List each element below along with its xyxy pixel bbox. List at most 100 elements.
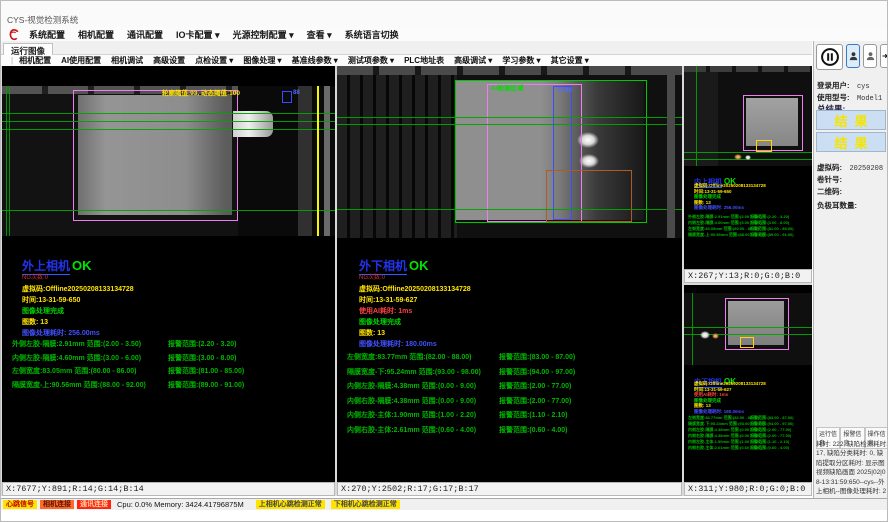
heartbeat-badge: 下相机心跳检测正常 <box>331 500 400 509</box>
tab-count-label: 负极耳数量: <box>817 201 857 210</box>
baseline-green <box>684 327 812 328</box>
camera-panel-outer-bottom: AI检测区域 72.80 外下相机OK NG次数:0 虚拟码:Offline20… <box>337 66 682 496</box>
camera-panel-inner-top: 内上相机OK 虚拟码:Offline20250208133134728时间:13… <box>684 66 812 283</box>
measurement-row: 左侧宽度:83.05mm 范围:(80.00 - 86.00) 报警范围:(81… <box>12 366 332 380</box>
system-info: Cpu: 0.0% Memory: 3424.41796875M <box>117 500 244 509</box>
baseline-green <box>684 152 812 153</box>
info-line: 虚拟码:Offline20250208133134728 <box>359 284 471 295</box>
measurement-row: 左侧宽度:83.77mm 范围:(82.00 - 88.00) 报警范围:(83… <box>347 352 667 367</box>
roi-pink-rect <box>743 95 803 151</box>
roi-yellow-rect <box>756 140 772 152</box>
tab-run-image[interactable]: 运行图像 <box>3 43 53 55</box>
measurement-value: 内侧右胶-主体:2.61mm 范围:(0.60 - 4.00) <box>688 445 750 451</box>
camera-image-outer-bottom[interactable]: AI检测区域 72.80 <box>337 66 682 238</box>
pause-button[interactable] <box>816 44 843 70</box>
green-vline <box>9 86 10 236</box>
toolbar-item[interactable]: 高级调试 ▾ <box>454 55 492 66</box>
ai-region-label: AI检测区域 <box>491 82 524 92</box>
connector-part <box>233 111 273 137</box>
result-ok: OK <box>409 258 429 273</box>
roi-orange-rect <box>546 170 632 222</box>
roi-pink-rect <box>73 90 238 221</box>
menu-item[interactable]: IO卡配置 ▾ <box>176 28 220 41</box>
measurement-value: 内侧左胶-主体:1.90mm 范围:(1.00 - 2.20) <box>347 410 499 420</box>
toolbar-item[interactable]: 点检设置 ▾ <box>195 55 233 66</box>
alarm-range: 报警范围:(83.00 - 87.00) <box>499 352 667 362</box>
info-line: 使用AI耗时: 1ms <box>359 306 471 317</box>
exit-button[interactable] <box>880 44 888 68</box>
toolbar-item[interactable]: 相机配置 <box>19 55 51 66</box>
info-line: 图像处理耗时: 180.00ms <box>694 409 766 415</box>
measurement-value: 隔膜宽度-上:90.56mm 范围:(88.00 - 92.00) <box>688 232 750 238</box>
info-line: 虚拟码:Offline20250208133134728 <box>694 183 766 189</box>
reflection-glow <box>734 154 742 160</box>
tab-count-row: 负极耳数量: <box>817 195 888 213</box>
camera-image-inner-bottom[interactable] <box>684 293 812 365</box>
alarm-range: 报警范围:(94.00 - 97.00) <box>499 367 667 377</box>
coords-status-bar: X:267;Y:13;R:0;G:0;B:0 <box>684 269 812 283</box>
measurement-row: 内侧右胶-隔膜:4.38mm 范围:(0.00 - 9.00) 报警范围:(2.… <box>347 396 667 411</box>
yellow-vline <box>317 86 319 236</box>
toolbar-item[interactable]: 其它设置 ▾ <box>551 55 589 66</box>
info-line: 虚拟码:Offline20250208133134728 <box>22 284 134 295</box>
heartbeat-badge: 上相机心跳检测正常 <box>256 500 325 509</box>
camera-panel-inner-bottom: 内下相机OK 虚拟码:Offline20250208133134728时间:13… <box>684 285 812 496</box>
exit-door-icon <box>881 49 888 63</box>
toolbar-item[interactable]: 图像处理 ▾ <box>243 55 281 66</box>
info-line: 虚拟码:Offline20250208133134728 <box>694 381 766 387</box>
measurement-list: 外侧左胶-隔膜:2.91mm 范围:(2.00 - 3.50) 报警范围:(2.… <box>12 339 332 393</box>
log-text: 耗时: 222, 缺陷检测耗时: 17, 缺陷分类耗时: 0, 缺陷提取分区耗时… <box>816 440 888 506</box>
machine-column <box>298 86 312 236</box>
menu-item[interactable]: 光源控制配置 ▾ <box>233 28 294 41</box>
status-bar: 心跳信号相机连接通讯连接 Cpu: 0.0% Memory: 3424.4179… <box>1 498 888 510</box>
alarm-range: 报警范围:(89.00 - 91.00) <box>168 380 332 390</box>
measurement-value: 隔膜宽度-下:95.24mm 范围:(93.00 - 98.00) <box>347 367 499 377</box>
status-badge: 心跳信号 <box>3 500 37 509</box>
user-icon <box>848 49 859 63</box>
roi-blue-rect <box>282 91 292 103</box>
menu-item[interactable]: 通讯配置 <box>127 28 163 41</box>
toolbar-item[interactable]: AI使用配置 <box>61 55 101 66</box>
measurement-value: 左侧宽度:83.05mm 范围:(80.00 - 86.00) <box>12 366 168 376</box>
green-vline <box>6 86 7 236</box>
main-content: 轮廓阈值:93, 动态阈值:100 88 外上相机OK NG次数:0 虚拟码:O… <box>1 66 812 496</box>
toolbar-item[interactable]: 高级设置 <box>153 55 185 66</box>
status-badge: 通讯连接 <box>77 500 111 509</box>
machine-dark-zone <box>238 86 335 236</box>
baseline-green <box>337 124 682 125</box>
reflection-glow <box>745 155 751 160</box>
toolbar-item[interactable]: 学习参数 ▾ <box>502 55 540 66</box>
user-login-button[interactable] <box>846 44 860 68</box>
operator-button[interactable] <box>863 44 877 68</box>
result-ok: OK <box>72 258 92 273</box>
title-bar: CYS-视觉检测系统 <box>1 1 888 27</box>
measurement-list: 左侧宽度:83.77mm 范围:(82.00 - 88.00) 报警范围:(83… <box>688 415 810 451</box>
menu-item[interactable]: 系统配置 <box>29 28 65 41</box>
info-line: 图数: 13 <box>359 328 471 339</box>
camera-image-inner-top[interactable] <box>684 66 812 166</box>
camera-image-outer-top[interactable]: 轮廓阈值:93, 动态阈值:100 88 <box>2 86 335 236</box>
alarm-range: 报警范围:(3.00 - 8.00) <box>168 353 332 363</box>
menu-item[interactable]: 系统语言切换 <box>345 28 399 41</box>
reflection-glow <box>712 333 719 339</box>
alarm-range: 报警范围:(81.00 - 85.00) <box>168 366 332 376</box>
coords-status-bar: X:311;Y:980;R:0;G:0;B:0 <box>684 482 812 496</box>
tab-row: 运行图像 <box>1 41 812 55</box>
toolbar-item[interactable]: 测试项参数 ▾ <box>348 55 394 66</box>
toolbar-item[interactable]: PLC地址表 <box>404 55 444 66</box>
info-lines: 虚拟码:Offline20250208133134728时间:13-31-59-… <box>694 183 766 211</box>
measurement-row: 内侧右胶-主体:2.61mm 范围:(0.60 - 4.00) 报警范围:(0.… <box>688 445 810 451</box>
measurement-row: 外侧左胶-隔膜:2.91mm 范围:(2.00 - 3.50) 报警范围:(2.… <box>12 339 332 353</box>
machine-top-band <box>337 66 682 75</box>
menu-item[interactable]: 查看 ▾ <box>307 28 332 41</box>
toolbar-item[interactable]: 相机调试 <box>111 55 143 66</box>
machine-stripes <box>337 66 457 238</box>
info-line: 图像处理完成 <box>359 317 471 328</box>
menu-item[interactable]: 相机配置 <box>78 28 114 41</box>
toolbar-item[interactable]: 基准线参数 ▾ <box>292 55 338 66</box>
menu-bar: 系统配置相机配置通讯配置 IO卡配置 ▾ 光源控制配置 ▾ 查看 ▾ 系统语言切换 <box>1 27 888 41</box>
info-line: 图数: 13 <box>22 317 134 328</box>
green-vline <box>692 293 693 365</box>
info-lines: 虚拟码:Offline20250208133134728时间:13-31-59-… <box>22 284 134 339</box>
threshold-label: 轮廓阈值:93, 动态阈值:100 <box>162 87 240 97</box>
